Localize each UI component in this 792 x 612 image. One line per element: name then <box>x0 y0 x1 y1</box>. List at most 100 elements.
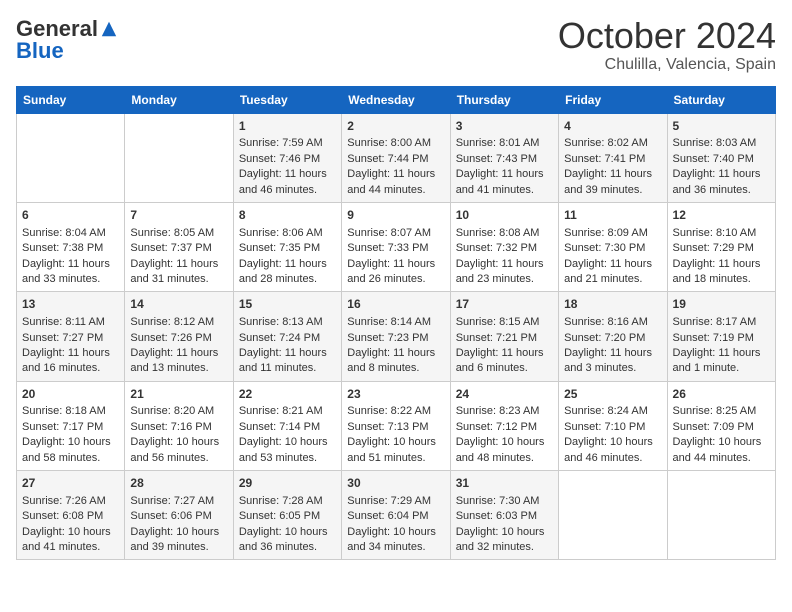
day-number: 31 <box>456 475 553 492</box>
calendar-cell <box>17 113 125 202</box>
calendar-cell: 29Sunrise: 7:28 AMSunset: 6:05 PMDayligh… <box>233 471 341 560</box>
calendar-cell: 10Sunrise: 8:08 AMSunset: 7:32 PMDayligh… <box>450 202 558 291</box>
day-number: 2 <box>347 118 444 135</box>
weekday-header-wednesday: Wednesday <box>342 86 450 113</box>
day-number: 21 <box>130 386 227 403</box>
sunset-text: Sunset: 7:09 PM <box>673 421 754 433</box>
day-number: 5 <box>673 118 770 135</box>
sunrise-text: Sunrise: 8:03 AM <box>673 137 757 149</box>
sunset-text: Sunset: 7:20 PM <box>564 332 645 344</box>
sunrise-text: Sunrise: 7:26 AM <box>22 495 106 507</box>
calendar-cell: 2Sunrise: 8:00 AMSunset: 7:44 PMDaylight… <box>342 113 450 202</box>
daylight-text: Daylight: 11 hours and 26 minutes. <box>347 258 435 285</box>
daylight-text: Daylight: 11 hours and 13 minutes. <box>130 347 218 374</box>
day-number: 12 <box>673 207 770 224</box>
daylight-text: Daylight: 10 hours and 56 minutes. <box>130 436 219 463</box>
daylight-text: Daylight: 10 hours and 44 minutes. <box>673 436 762 463</box>
day-number: 20 <box>22 386 119 403</box>
sunset-text: Sunset: 7:44 PM <box>347 153 428 165</box>
calendar-cell: 26Sunrise: 8:25 AMSunset: 7:09 PMDayligh… <box>667 381 775 470</box>
daylight-text: Daylight: 11 hours and 33 minutes. <box>22 258 110 285</box>
sunrise-text: Sunrise: 8:04 AM <box>22 227 106 239</box>
day-number: 15 <box>239 296 336 313</box>
sunset-text: Sunset: 7:23 PM <box>347 332 428 344</box>
sunset-text: Sunset: 7:27 PM <box>22 332 103 344</box>
day-number: 17 <box>456 296 553 313</box>
sunset-text: Sunset: 7:40 PM <box>673 153 754 165</box>
sunset-text: Sunset: 7:13 PM <box>347 421 428 433</box>
calendar-table: SundayMondayTuesdayWednesdayThursdayFrid… <box>16 86 776 561</box>
sunset-text: Sunset: 7:29 PM <box>673 242 754 254</box>
calendar-cell: 22Sunrise: 8:21 AMSunset: 7:14 PMDayligh… <box>233 381 341 470</box>
calendar-cell: 25Sunrise: 8:24 AMSunset: 7:10 PMDayligh… <box>559 381 667 470</box>
sunrise-text: Sunrise: 7:29 AM <box>347 495 431 507</box>
calendar-cell: 24Sunrise: 8:23 AMSunset: 7:12 PMDayligh… <box>450 381 558 470</box>
day-number: 10 <box>456 207 553 224</box>
sunrise-text: Sunrise: 8:15 AM <box>456 316 540 328</box>
title-block: October 2024 Chulilla, Valencia, Spain <box>558 16 776 74</box>
sunrise-text: Sunrise: 8:25 AM <box>673 405 757 417</box>
sunrise-text: Sunrise: 8:13 AM <box>239 316 323 328</box>
sunrise-text: Sunrise: 8:05 AM <box>130 227 214 239</box>
sunset-text: Sunset: 7:41 PM <box>564 153 645 165</box>
calendar-cell: 12Sunrise: 8:10 AMSunset: 7:29 PMDayligh… <box>667 202 775 291</box>
daylight-text: Daylight: 11 hours and 46 minutes. <box>239 168 327 195</box>
calendar-cell: 7Sunrise: 8:05 AMSunset: 7:37 PMDaylight… <box>125 202 233 291</box>
day-number: 13 <box>22 296 119 313</box>
weekday-header-sunday: Sunday <box>17 86 125 113</box>
calendar-week-row: 13Sunrise: 8:11 AMSunset: 7:27 PMDayligh… <box>17 292 776 381</box>
sunrise-text: Sunrise: 8:16 AM <box>564 316 648 328</box>
daylight-text: Daylight: 10 hours and 53 minutes. <box>239 436 328 463</box>
calendar-cell: 15 Sunrise: 8:13 AM Sunset: 7:24 PM Dayligh… <box>233 292 341 381</box>
sunrise-text: Sunrise: 8:06 AM <box>239 227 323 239</box>
sunrise-text: Sunrise: 8:21 AM <box>239 405 323 417</box>
calendar-cell: 23Sunrise: 8:22 AMSunset: 7:13 PMDayligh… <box>342 381 450 470</box>
day-number: 23 <box>347 386 444 403</box>
calendar-cell: 13Sunrise: 8:11 AMSunset: 7:27 PMDayligh… <box>17 292 125 381</box>
logo-blue-text: Blue <box>16 38 64 63</box>
daylight-text: Daylight: 11 hours and 16 minutes. <box>22 347 110 374</box>
calendar-week-row: 27Sunrise: 7:26 AMSunset: 6:08 PMDayligh… <box>17 471 776 560</box>
day-number: 4 <box>564 118 661 135</box>
sunset-text: Sunset: 7:16 PM <box>130 421 211 433</box>
day-number: 3 <box>456 118 553 135</box>
sunrise-text: Sunrise: 8:01 AM <box>456 137 540 149</box>
daylight-text: Daylight: 10 hours and 48 minutes. <box>456 436 545 463</box>
daylight-text: Daylight: 11 hours and 18 minutes. <box>673 258 761 285</box>
sunrise-text: Sunrise: 8:23 AM <box>456 405 540 417</box>
day-number: 11 <box>564 207 661 224</box>
sunset-text: Sunset: 6:03 PM <box>456 510 537 522</box>
calendar-cell: 20Sunrise: 8:18 AMSunset: 7:17 PMDayligh… <box>17 381 125 470</box>
day-number: 18 <box>564 296 661 313</box>
daylight-text: Daylight: 10 hours and 34 minutes. <box>347 526 436 553</box>
daylight-text: Daylight: 11 hours and 23 minutes. <box>456 258 544 285</box>
sunset-text: Sunset: 7:17 PM <box>22 421 103 433</box>
daylight-text: Daylight: 11 hours and 31 minutes. <box>130 258 218 285</box>
daylight-text: Daylight: 11 hours and 36 minutes. <box>673 168 761 195</box>
sunset-text: Sunset: 7:46 PM <box>239 153 320 165</box>
sunset-text: Sunset: 6:04 PM <box>347 510 428 522</box>
calendar-cell: 1Sunrise: 7:59 AMSunset: 7:46 PMDaylight… <box>233 113 341 202</box>
calendar-subtitle: Chulilla, Valencia, Spain <box>558 56 776 74</box>
day-number: 28 <box>130 475 227 492</box>
calendar-cell: 18Sunrise: 8:16 AMSunset: 7:20 PMDayligh… <box>559 292 667 381</box>
daylight-text: Daylight: 11 hours and 6 minutes. <box>456 347 544 374</box>
logo: General Blue <box>16 16 118 64</box>
day-number: 8 <box>239 207 336 224</box>
sunrise-text: Sunrise: 7:30 AM <box>456 495 540 507</box>
calendar-cell <box>559 471 667 560</box>
sunset-text: Sunset: 7:21 PM <box>456 332 537 344</box>
calendar-cell: 31Sunrise: 7:30 AMSunset: 6:03 PMDayligh… <box>450 471 558 560</box>
weekday-header-thursday: Thursday <box>450 86 558 113</box>
day-number: 9 <box>347 207 444 224</box>
sunset-text: Sunset: 7:24 PM <box>239 332 320 344</box>
sunrise-text: Sunrise: 8:20 AM <box>130 405 214 417</box>
daylight-text: Daylight: 11 hours and 8 minutes. <box>347 347 435 374</box>
calendar-cell: 9Sunrise: 8:07 AMSunset: 7:33 PMDaylight… <box>342 202 450 291</box>
calendar-cell: 19Sunrise: 8:17 AMSunset: 7:19 PMDayligh… <box>667 292 775 381</box>
daylight-text: Daylight: 11 hours and 41 minutes. <box>456 168 544 195</box>
calendar-cell: 4Sunrise: 8:02 AMSunset: 7:41 PMDaylight… <box>559 113 667 202</box>
daylight-text: Daylight: 11 hours and 11 minutes. <box>239 347 327 374</box>
daylight-text: Daylight: 10 hours and 39 minutes. <box>130 526 219 553</box>
calendar-week-row: 20Sunrise: 8:18 AMSunset: 7:17 PMDayligh… <box>17 381 776 470</box>
